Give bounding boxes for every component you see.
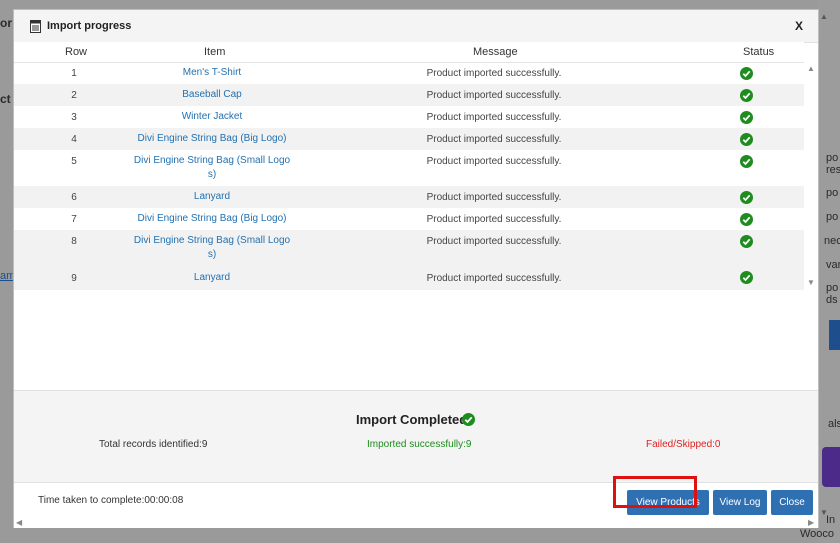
table-row: 1 Men's T-Shirt Product imported success… (14, 62, 804, 84)
imported-count: Imported successfully:9 (367, 439, 472, 450)
row-message: Product imported successfully. (394, 214, 594, 225)
bg-fragment: ct (0, 92, 11, 106)
total-records: Total records identified:9 (99, 439, 207, 450)
scroll-left-icon[interactable]: ◀ (16, 518, 22, 527)
check-circle-icon (740, 213, 753, 226)
close-button[interactable]: Close (771, 490, 813, 515)
row-number: 4 (64, 134, 84, 145)
row-number: 7 (64, 214, 84, 225)
item-link[interactable]: Lanyard (132, 190, 292, 204)
import-completed-title: Import Completed (356, 412, 467, 427)
table-row: 3 Winter Jacket Product imported success… (14, 106, 804, 128)
scroll-up-icon[interactable]: ▲ (807, 64, 815, 73)
bg-fragment: po (826, 282, 838, 294)
check-circle-icon (740, 191, 753, 204)
table-row: 6 Lanyard Product imported successfully. (14, 186, 804, 208)
check-circle-icon (462, 413, 475, 426)
table-row: 4 Divi Engine String Bag (Big Logo) Prod… (14, 128, 804, 150)
column-header-item: Item (204, 46, 225, 58)
check-circle-icon (740, 271, 753, 284)
row-number: 1 (64, 68, 84, 79)
page-scroll-down-icon[interactable]: ▼ (820, 508, 828, 517)
check-circle-icon (740, 133, 753, 146)
row-number: 2 (64, 90, 84, 101)
table-row: 8 Divi Engine String Bag (Small Logo s) … (14, 230, 804, 266)
row-number: 9 (64, 273, 84, 284)
import-progress-dialog: Import progress X Row Item Message Statu… (14, 10, 818, 527)
scroll-down-icon[interactable]: ▼ (807, 278, 815, 287)
bg-fragment: als (828, 418, 840, 430)
row-message: Product imported successfully. (394, 68, 594, 79)
column-header-status: Status (743, 46, 774, 58)
table-row: 9 Lanyard Product imported successfully. (14, 266, 804, 290)
table-row: 5 Divi Engine String Bag (Small Logo s) … (14, 150, 804, 186)
check-circle-icon (740, 235, 753, 248)
item-link[interactable]: Divi Engine String Bag (Big Logo) (132, 132, 292, 146)
time-taken: Time taken to complete:00:00:08 (38, 495, 183, 506)
bg-fragment: ds (826, 294, 838, 306)
item-link[interactable]: Baseball Cap (132, 88, 292, 102)
bg-fragment: Wooco (800, 528, 834, 540)
bg-fragment: po (826, 211, 838, 223)
row-message: Product imported successfully. (394, 90, 594, 101)
page-scroll-up-icon[interactable]: ▲ (820, 12, 828, 21)
failed-count: Failed/Skipped:0 (646, 439, 721, 450)
column-header-message: Message (473, 46, 518, 58)
check-circle-icon (740, 67, 753, 80)
table-header: Row Item Message Status (14, 42, 804, 63)
scroll-right-icon[interactable]: ▶ (808, 518, 814, 527)
bg-fragment: am (0, 270, 15, 282)
row-message: Product imported successfully. (394, 134, 594, 145)
bg-button (829, 320, 840, 350)
table-row: 2 Baseball Cap Product imported successf… (14, 84, 804, 106)
item-link[interactable]: Lanyard (132, 271, 292, 285)
bg-fragment: or (0, 16, 12, 30)
bg-badge (822, 447, 840, 487)
bg-fragment: nec (824, 235, 840, 247)
document-icon (30, 20, 41, 33)
bg-fragment: res (826, 164, 840, 176)
bg-fragment: po (826, 152, 838, 164)
row-number: 6 (64, 192, 84, 203)
item-link[interactable]: Men's T-Shirt (132, 66, 292, 80)
view-log-button[interactable]: View Log (713, 490, 767, 515)
horizontal-scrollbar[interactable]: ◀ ▶ (14, 517, 818, 527)
item-link[interactable]: Divi Engine String Bag (Small Logo s) (132, 154, 292, 182)
table-scrollbar[interactable]: ▲ ▼ (804, 62, 818, 302)
close-icon[interactable]: X (795, 19, 803, 33)
highlight-box (613, 476, 697, 508)
item-link[interactable]: Divi Engine String Bag (Big Logo) (132, 212, 292, 226)
bg-fragment: po (826, 187, 838, 199)
row-message: Product imported successfully. (394, 112, 594, 123)
row-message: Product imported successfully. (394, 192, 594, 203)
dialog-header: Import progress X (14, 10, 818, 43)
import-summary: Import Completed Total records identifie… (14, 390, 818, 483)
row-message: Product imported successfully. (394, 273, 594, 284)
item-link[interactable]: Divi Engine String Bag (Small Logo s) (132, 234, 292, 262)
row-message: Product imported successfully. (394, 156, 594, 167)
row-message: Product imported successfully. (394, 236, 594, 247)
column-header-row: Row (65, 46, 87, 58)
check-circle-icon (740, 89, 753, 102)
check-circle-icon (740, 155, 753, 168)
item-link[interactable]: Winter Jacket (132, 110, 292, 124)
row-number: 8 (64, 236, 84, 247)
check-circle-icon (740, 111, 753, 124)
table-row: 7 Divi Engine String Bag (Big Logo) Prod… (14, 208, 804, 230)
bg-fragment: var (826, 259, 840, 271)
dialog-title: Import progress (47, 20, 131, 32)
row-number: 3 (64, 112, 84, 123)
row-number: 5 (64, 156, 84, 167)
